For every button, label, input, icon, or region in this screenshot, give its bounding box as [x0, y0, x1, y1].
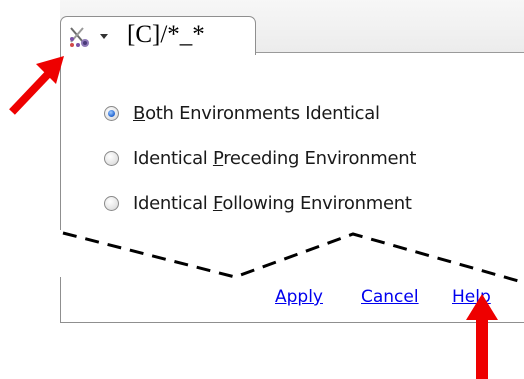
environment-tab[interactable]: [C]/*_* — [60, 16, 256, 55]
panel-border-left-lower — [60, 277, 61, 323]
panel-border-left — [60, 55, 61, 230]
tab-title: [C]/*_* — [127, 21, 205, 48]
cancel-button[interactable]: Cancel — [361, 287, 419, 307]
help-button[interactable]: Help — [452, 287, 491, 307]
radio-label[interactable]: Identical Following Environment — [133, 193, 412, 214]
environment-icon[interactable] — [67, 24, 93, 50]
panel-border-bottom — [60, 322, 524, 323]
environment-radio-group: Both Environments Identical Identical Pr… — [104, 91, 416, 226]
radio-option-both-identical[interactable]: Both Environments Identical — [104, 91, 416, 136]
radio-button[interactable] — [104, 196, 119, 211]
radio-option-preceding[interactable]: Identical Preceding Environment — [104, 136, 416, 181]
radio-label[interactable]: Identical Preceding Environment — [133, 148, 416, 169]
options-panel: Both Environments Identical Identical Pr… — [60, 55, 524, 323]
tab-strip: [C]/*_* — [60, 0, 524, 55]
radio-button[interactable] — [104, 151, 119, 166]
radio-option-following[interactable]: Identical Following Environment — [104, 181, 416, 226]
apply-button[interactable]: Apply — [275, 287, 323, 307]
screenshot-stage: [C]/*_* Both Environments Identical Iden… — [0, 0, 524, 379]
radio-button[interactable] — [104, 106, 119, 121]
chevron-down-icon[interactable] — [99, 31, 109, 41]
radio-label[interactable]: Both Environments Identical — [133, 103, 380, 124]
